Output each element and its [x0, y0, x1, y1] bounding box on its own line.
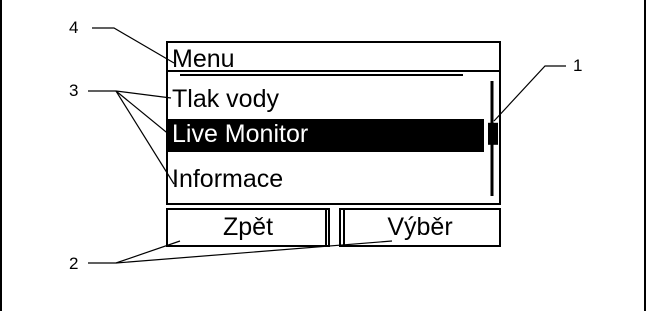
- callout-label-3: 3: [69, 81, 79, 100]
- select-softkey[interactable]: Výběr: [340, 212, 500, 242]
- callout-3-leader-b: [115, 90, 172, 137]
- diagram-lines: [88, 27, 566, 264]
- callout-2-leader-b: [115, 240, 393, 264]
- callout-label-2: 2: [69, 254, 79, 273]
- callout-3-leader-c: [115, 90, 175, 185]
- callout-3-leader-a: [88, 90, 172, 99]
- callout-1-leader: [493, 65, 566, 122]
- callout-label-1: 1: [573, 56, 583, 75]
- menu-item-tlak-vody[interactable]: Tlak vody: [172, 84, 279, 114]
- menu-title: Menu: [172, 45, 235, 73]
- callout-4-leader: [92, 27, 175, 64]
- diagram: 4 3 1 2 Menu Tlak vody Live Monitor Info…: [0, 0, 646, 311]
- scrollbar-thumb: [488, 122, 498, 145]
- menu-item-informace[interactable]: Informace: [172, 164, 283, 194]
- menu-item-live-monitor[interactable]: Live Monitor: [172, 119, 308, 149]
- back-softkey[interactable]: Zpět: [167, 212, 329, 242]
- callout-label-4: 4: [69, 18, 79, 37]
